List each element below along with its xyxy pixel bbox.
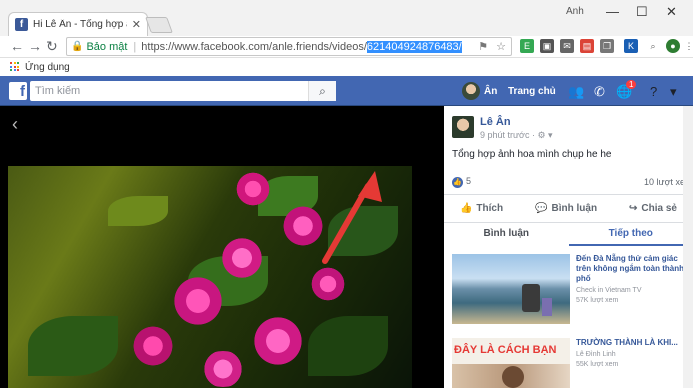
video-thumbnail[interactable]: ĐÂY LÀ CÁCH BẠN	[452, 338, 570, 388]
video-source: Lê Đình Linh	[576, 351, 616, 358]
url-highlight: 621404924876483/	[366, 40, 462, 53]
facebook-logo-icon[interactable]: f	[9, 82, 27, 100]
comment-label: Bình luận	[551, 203, 598, 214]
tab-title: Hi Lê Ân - Tổng hợp ảnh h...	[33, 19, 127, 30]
extension-search-icon[interactable]: ⌕	[646, 39, 660, 53]
forward-icon[interactable]: →	[28, 38, 42, 54]
post-actions: 👍 Thích 💬 Bình luận ↪ Chia sẻ	[444, 194, 693, 222]
extension-off-icon[interactable]: K	[624, 39, 638, 53]
search-input[interactable]: Tìm kiếm ⌕	[30, 81, 336, 101]
extension-evernote-icon[interactable]: E	[520, 39, 534, 53]
tab-comments[interactable]: Bình luận	[444, 223, 569, 246]
lock-icon: 🔒	[71, 41, 84, 52]
search-icon[interactable]: ⌕	[308, 81, 336, 101]
share-label: Chia sẻ	[641, 203, 677, 214]
url-base: https://www.facebook.com/anle.friends/vi…	[141, 40, 367, 53]
facebook-favicon-icon: f	[15, 18, 28, 31]
previous-icon[interactable]: ‹	[12, 114, 18, 135]
like-label: Thích	[476, 203, 504, 214]
post-time[interactable]: 9 phút trước · ⚙ ▾	[480, 130, 553, 141]
like-icon: 👍	[452, 177, 463, 188]
menu-icon[interactable]: ⋮	[682, 39, 693, 53]
thumbs-up-icon: 👍	[459, 203, 473, 214]
help-icon[interactable]: ?	[650, 84, 657, 99]
video-source: Check in Vietnam TV	[576, 287, 642, 294]
sidebar-tabs: Bình luận Tiếp theo	[444, 222, 693, 246]
search-placeholder: Tìm kiếm	[35, 85, 81, 97]
browser-toolbar: ← → ↻ 🔒 Bảo mật | https://www.facebook.c…	[0, 36, 693, 58]
profile-name[interactable]: Anh	[566, 6, 584, 17]
bookmark-apps-label[interactable]: Ứng dụng	[25, 62, 70, 73]
like-button[interactable]: 👍 Thích	[460, 203, 503, 214]
new-tab-button[interactable]	[145, 17, 173, 33]
notification-badge: 1	[626, 80, 637, 89]
browser-tab[interactable]: f Hi Lê Ân - Tổng hợp ảnh h... ✕	[8, 12, 148, 36]
secure-label: Bảo mật	[86, 40, 128, 53]
reactions-row: 👍 5 10 lượt xe	[452, 176, 685, 188]
bookmarks-bar: Ứng dụng	[0, 58, 693, 76]
extension-box-icon[interactable]: ▣	[540, 39, 554, 53]
friend-requests-icon[interactable]: 👥	[568, 84, 584, 100]
photo-viewer: ‹	[0, 106, 444, 388]
video-thumbnail[interactable]	[452, 254, 570, 324]
comment-button[interactable]: 💬 Bình luận	[535, 203, 597, 214]
thumbnail-caption: ĐÂY LÀ CÁCH BẠN	[454, 344, 557, 356]
video-views: 55K lượt xem	[576, 361, 619, 368]
close-window-icon[interactable]: ✕	[666, 4, 677, 20]
separator: |	[133, 40, 137, 53]
related-video[interactable]: Đến Đà Nẵng thử cảm giác trên không ngắm…	[452, 254, 685, 324]
post-text: Tổng hợp ảnh hoa mình chụp he he	[452, 149, 612, 160]
extension-mail-icon[interactable]: ✉	[560, 39, 574, 53]
user-name: Ân	[484, 85, 498, 97]
home-link[interactable]: Trang chủ	[508, 86, 556, 97]
reload-icon[interactable]: ↻	[46, 38, 58, 55]
post-author[interactable]: Lê Ân	[480, 116, 553, 128]
account-menu-icon[interactable]: ▾	[670, 84, 677, 100]
facebook-header: f Tìm kiếm ⌕ Ân Trang chủ 👥 ✆ 🌐 1 ? ▾	[0, 76, 693, 106]
post-header: Lê Ân 9 phút trước · ⚙ ▾	[452, 116, 553, 141]
messenger-icon[interactable]: ✆	[594, 84, 605, 100]
bookmark-star-icon[interactable]: ☆	[496, 40, 506, 53]
profile-link[interactable]: Ân	[462, 82, 497, 100]
address-bar[interactable]: 🔒 Bảo mật | https://www.facebook.com/anl…	[66, 37, 512, 56]
video-title[interactable]: Đến Đà Nẵng thử cảm giác trên không ngắm…	[576, 254, 685, 284]
view-count: 10 lượt xe	[644, 177, 685, 187]
video-views: 57K lượt xem	[576, 297, 619, 304]
tab-next[interactable]: Tiếp theo	[568, 223, 693, 246]
video-title[interactable]: TRƯỜNG THÀNH LÀ KHI...	[576, 338, 678, 348]
extension-chat-icon[interactable]: ❐	[600, 39, 614, 53]
annotation-arrow	[322, 171, 382, 264]
scrollbar[interactable]	[683, 106, 693, 388]
comment-icon: 💬	[535, 203, 548, 214]
maximize-icon[interactable]: ☐	[636, 4, 648, 20]
minimize-icon[interactable]: —	[606, 4, 619, 19]
reaction-count: 5	[466, 176, 472, 186]
browser-titlebar: f Hi Lê Ân - Tổng hợp ảnh h... ✕ Anh — ☐…	[0, 0, 693, 36]
post-sidebar: Lê Ân 9 phút trước · ⚙ ▾ Tổng hợp ảnh ho…	[444, 106, 693, 388]
apps-icon[interactable]	[10, 62, 20, 72]
reaction-count-wrap[interactable]: 👍 5	[452, 176, 471, 188]
translate-icon[interactable]: ⚑	[478, 40, 488, 53]
extension-red-icon[interactable]: ▤	[580, 39, 594, 53]
share-icon: ↪	[629, 203, 638, 214]
back-icon[interactable]: ←	[10, 38, 24, 54]
share-button[interactable]: ↪ Chia sẻ	[629, 203, 677, 214]
related-video[interactable]: ĐÂY LÀ CÁCH BẠN TRƯỜNG THÀNH LÀ KHI... L…	[452, 338, 685, 388]
avatar	[462, 82, 480, 100]
post-avatar[interactable]	[452, 116, 474, 138]
extension-green-icon[interactable]: ●	[666, 39, 680, 53]
close-tab-icon[interactable]: ✕	[132, 18, 141, 31]
